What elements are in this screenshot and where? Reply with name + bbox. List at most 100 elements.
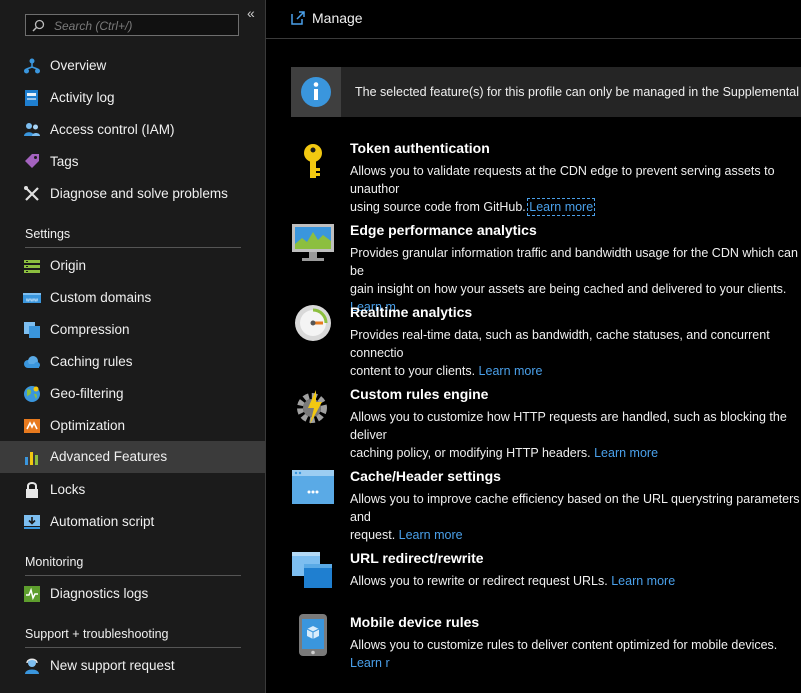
- sidebar-item-label: New support request: [50, 658, 175, 673]
- cloud-cache-icon: [24, 356, 40, 368]
- monitor-analytics-icon: [292, 224, 334, 261]
- wrench-icon: [24, 186, 39, 201]
- feature-desc-line: Provides granular information traffic an…: [350, 246, 798, 278]
- sidebar-item-label: Caching rules: [50, 354, 133, 369]
- learn-more-link[interactable]: Learn more: [594, 446, 658, 460]
- sidebar-item-label: Automation script: [50, 514, 155, 529]
- origin-icon: [24, 260, 40, 273]
- sidebar-item-label: Access control (IAM): [50, 122, 175, 137]
- section-divider: [25, 575, 241, 576]
- search-icon: [32, 19, 45, 32]
- learn-more-link[interactable]: Learn r: [350, 656, 390, 670]
- sidebar-item-label: Advanced Features: [50, 449, 168, 464]
- sidebar-item-label: Locks: [50, 482, 86, 497]
- sidebar-item-label: Optimization: [50, 418, 126, 433]
- sidebar: « Overview Activity log Access control (…: [0, 0, 266, 693]
- sidebar-item-caching-rules[interactable]: Caching rules: [0, 346, 265, 378]
- svg-text:www: www: [26, 298, 38, 304]
- iam-users-icon: [24, 123, 40, 136]
- activity-log-icon: [25, 90, 38, 106]
- learn-more-link[interactable]: Learn more: [527, 198, 596, 216]
- feature-description: Allows you to improve cache efficiency b…: [350, 490, 801, 544]
- sidebar-item-label: Custom domains: [50, 290, 152, 305]
- learn-more-link[interactable]: Learn more: [611, 574, 675, 588]
- support-section-header: Support + troubleshooting: [25, 627, 169, 641]
- sidebar-item-geo-filtering[interactable]: Geo-filtering: [0, 378, 265, 410]
- mobile-device-icon: [299, 614, 327, 656]
- sidebar-item-compression[interactable]: Compression: [0, 314, 265, 346]
- feature-title: URL redirect/rewrite: [350, 550, 484, 566]
- feature-desc-line: Allows you to customize how HTTP request…: [350, 410, 787, 442]
- compression-icon: [24, 322, 40, 338]
- feature-desc-line: Allows you to validate requests at the C…: [350, 164, 775, 196]
- feature-desc-line: gain insight on how your assets are bein…: [350, 282, 787, 296]
- cdn-network-icon: [24, 58, 40, 74]
- info-banner: The selected feature(s) for this profile…: [291, 67, 801, 117]
- browser-window-icon: [292, 470, 334, 504]
- diagnostics-icon: [24, 586, 40, 602]
- command-bar: Manage: [266, 0, 801, 39]
- sidebar-item-tags[interactable]: Tags: [0, 146, 265, 178]
- sidebar-item-origin[interactable]: Origin: [0, 250, 265, 282]
- info-icon-box: [291, 67, 341, 117]
- feature-title: Realtime analytics: [350, 304, 473, 320]
- learn-more-link[interactable]: Learn more: [399, 528, 463, 542]
- banner-text: The selected feature(s) for this profile…: [355, 85, 801, 99]
- sidebar-item-automation-script[interactable]: Automation script: [0, 506, 265, 538]
- globe-icon: [24, 386, 40, 402]
- info-icon: [301, 77, 331, 107]
- feature-title: Mobile device rules: [350, 614, 480, 630]
- manage-label: Manage: [312, 10, 363, 26]
- feature-desc-line: content to your clients.: [350, 364, 479, 378]
- sidebar-item-diagnostics-logs[interactable]: Diagnostics logs: [0, 578, 265, 610]
- feature-description: Allows you to customize rules to deliver…: [350, 636, 801, 672]
- sidebar-item-locks[interactable]: Locks: [0, 474, 265, 506]
- feature-description: Provides real-time data, such as bandwid…: [350, 326, 801, 380]
- monitoring-section-header: Monitoring: [25, 555, 84, 569]
- feature-title: Token authentication: [350, 140, 490, 156]
- sidebar-item-activity-log[interactable]: Activity log: [0, 82, 265, 114]
- external-link-icon: [291, 11, 305, 25]
- feature-title: Custom rules engine: [350, 386, 489, 402]
- search-box[interactable]: [25, 14, 239, 36]
- feature-description: Allows you to validate requests at the C…: [350, 162, 801, 216]
- sidebar-item-optimization[interactable]: Optimization: [0, 410, 265, 442]
- section-divider: [25, 647, 241, 648]
- gauge-icon: [295, 305, 331, 341]
- lock-icon: [26, 482, 38, 498]
- sidebar-item-label: Diagnose and solve problems: [50, 186, 228, 201]
- sidebar-item-label: Origin: [50, 258, 87, 273]
- feature-description: Allows you to rewrite or redirect reques…: [350, 572, 801, 590]
- feature-desc-line: using source code from GitHub.: [350, 200, 530, 214]
- learn-more-link[interactable]: Learn more: [479, 364, 543, 378]
- tag-icon: [25, 154, 39, 168]
- sidebar-item-diagnose[interactable]: Diagnose and solve problems: [0, 178, 265, 210]
- sidebar-item-access-control[interactable]: Access control (IAM): [0, 114, 265, 146]
- feature-desc-line: caching policy, or modifying HTTP header…: [350, 446, 595, 460]
- sidebar-item-label: Diagnostics logs: [50, 586, 149, 601]
- bar-chart-icon: [25, 452, 38, 465]
- feature-title: Edge performance analytics: [350, 222, 537, 238]
- settings-section-header: Settings: [25, 227, 71, 241]
- collapse-sidebar-button[interactable]: «: [247, 6, 255, 20]
- www-domain-icon: www: [23, 293, 41, 304]
- redirect-windows-icon: [292, 552, 332, 588]
- feature-title: Cache/Header settings: [350, 468, 501, 484]
- feature-desc-line: Provides real-time data, such as bandwid…: [350, 328, 770, 360]
- sidebar-item-overview[interactable]: Overview: [0, 50, 265, 82]
- search-input[interactable]: [52, 17, 236, 35]
- feature-desc-line: Allows you to customize rules to deliver…: [350, 638, 778, 652]
- section-divider: [25, 247, 241, 248]
- sidebar-item-custom-domains[interactable]: www Custom domains: [0, 282, 265, 314]
- sidebar-item-label: Tags: [50, 154, 79, 169]
- sidebar-item-advanced-features[interactable]: Advanced Features: [0, 441, 265, 473]
- feature-desc-line: Allows you to rewrite or redirect reques…: [350, 574, 612, 588]
- sidebar-item-new-support-request[interactable]: New support request: [0, 650, 265, 682]
- sidebar-item-label: Overview: [50, 58, 107, 73]
- feature-description: Allows you to customize how HTTP request…: [350, 408, 801, 462]
- sidebar-item-label: Geo-filtering: [50, 386, 124, 401]
- manage-button[interactable]: Manage: [290, 10, 363, 26]
- sidebar-item-label: Activity log: [50, 90, 115, 105]
- feature-desc-line: Allows you to improve cache efficiency b…: [350, 492, 800, 524]
- optimization-icon: [24, 419, 40, 433]
